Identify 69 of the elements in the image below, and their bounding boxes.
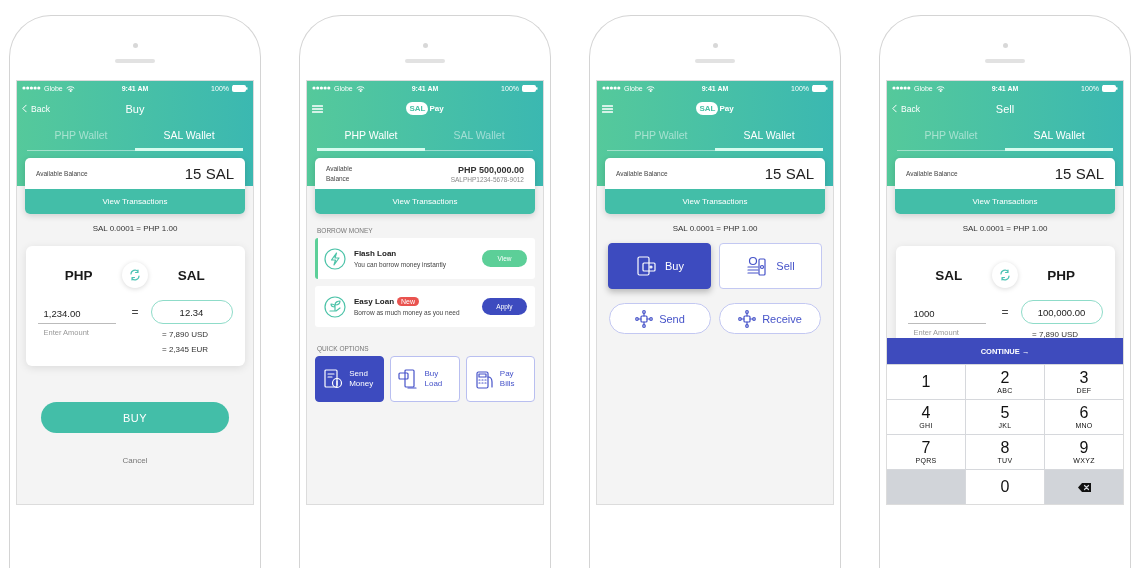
cancel-link[interactable]: Cancel: [116, 455, 154, 466]
signal-dots-icon: [892, 86, 911, 90]
transfer-button[interactable]: Receive: [719, 303, 821, 334]
conversion-text: = 2,345 EUR: [162, 345, 209, 354]
battery-icon: [522, 84, 538, 92]
wifi-icon: [645, 84, 655, 92]
swap-arrows-icon: [999, 269, 1011, 281]
delete-key[interactable]: [1045, 470, 1123, 504]
wifi-icon: [355, 84, 365, 92]
backspace-icon: [1077, 482, 1091, 492]
loan-title: Flash Loan: [354, 249, 397, 258]
from-currency: PHP: [63, 267, 94, 283]
conversion-text: = 7,890 USD: [162, 330, 209, 339]
signal-dots-icon: [312, 86, 331, 90]
signal-dots-icon: [602, 86, 621, 90]
conversion-text: = 7,890 USD: [1032, 330, 1079, 338]
exchange-rate: SAL 0.0001 = PHP 1.00: [962, 224, 1048, 233]
camera-dot: [422, 43, 428, 48]
logo-text: Pay: [429, 104, 444, 113]
swap-button[interactable]: [122, 262, 148, 288]
action-button[interactable]: Buy: [608, 243, 711, 289]
quick-option-button[interactable]: Send Money: [315, 356, 385, 402]
menu-icon: [312, 104, 323, 113]
exchange-rate: SAL 0.0001 = PHP 1.00: [672, 224, 758, 233]
exchange-rate: SAL 0.0001 = PHP 1.00: [92, 224, 178, 233]
battery-icon: [1102, 84, 1118, 92]
back-chevron-icon: [892, 104, 897, 113]
to-currency: SAL: [176, 267, 206, 283]
action-button[interactable]: Sell: [719, 243, 822, 289]
signal-dots-icon: [22, 86, 41, 90]
menu-icon: [602, 104, 613, 113]
balance-amount: 15 SAL: [764, 165, 814, 182]
logo-mark: SAL: [696, 102, 719, 115]
screen-title: Sell: [995, 102, 1015, 115]
wifi-icon: [935, 84, 945, 92]
quick-option-button[interactable]: Pay Bills: [465, 356, 535, 402]
camera-dot: [1002, 43, 1008, 48]
screen-title: Buy: [125, 102, 145, 115]
amount-field[interactable]: 1000: [907, 308, 986, 324]
back-chevron-icon: [22, 104, 27, 113]
wallet-phone-icon: [635, 255, 657, 277]
keypad-key[interactable]: 0: [966, 470, 1044, 504]
battery-icon: [232, 84, 248, 92]
from-currency: SAL: [934, 267, 964, 283]
to-currency: PHP: [1046, 267, 1077, 283]
loan-title: Easy Loan: [354, 297, 394, 306]
camera-dot: [132, 43, 138, 48]
equals-sign: =: [130, 305, 140, 319]
keypad-key[interactable]: 1: [887, 365, 965, 399]
logo-mark: SAL: [406, 102, 429, 115]
amount-field[interactable]: 1,234.00: [37, 308, 116, 324]
plant-hand-icon: [324, 295, 346, 318]
balance-amount: 15 SAL: [184, 165, 234, 182]
balance-amount: 15 SAL: [1054, 165, 1104, 182]
transfer-button[interactable]: Send: [609, 303, 711, 334]
receipt-coin-icon: [322, 368, 345, 390]
network-nodes-icon: [738, 309, 757, 328]
balance-amount: PHP 500,000.00: [458, 164, 524, 175]
lightning-bolt-icon: [324, 247, 346, 270]
battery-icon: [812, 84, 828, 92]
quick-option-button[interactable]: Buy Load: [390, 356, 460, 402]
network-nodes-icon: [635, 309, 654, 328]
coin-stack-icon: [746, 255, 769, 277]
swap-button[interactable]: [992, 262, 1018, 288]
wifi-icon: [65, 84, 75, 92]
equals-sign: =: [1000, 305, 1010, 319]
logo-text: Pay: [719, 104, 734, 113]
camera-dot: [712, 43, 718, 48]
swap-arrows-icon: [129, 269, 141, 281]
